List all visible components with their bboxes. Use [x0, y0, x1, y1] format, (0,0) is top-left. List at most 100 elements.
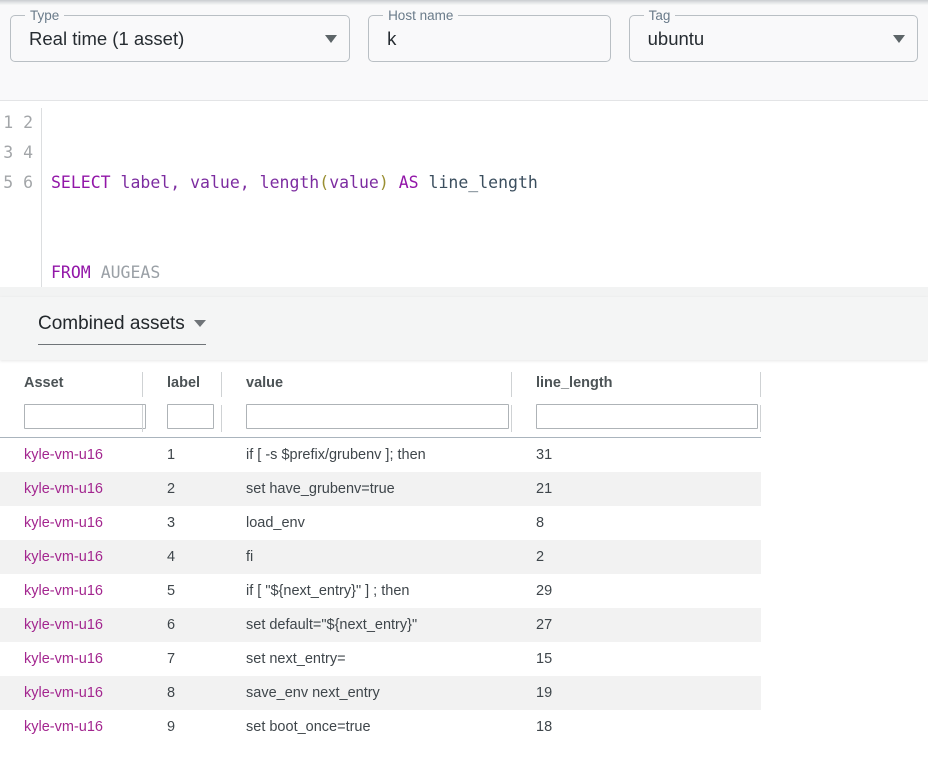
panel-gap: [0, 287, 928, 297]
line-length-text: 27: [536, 617, 553, 633]
label-text: 1: [167, 447, 176, 463]
label-text: 4: [167, 549, 176, 565]
table-row[interactable]: kyle-vm-u16 7 set next_entry= 15: [0, 642, 761, 676]
editor-line-numbers: 1 2 3 4 5 6: [0, 108, 42, 287]
editor-code[interactable]: SELECT label, value, length(value) AS li…: [42, 108, 928, 287]
table-filter-row: [0, 401, 761, 436]
column-header-label-col[interactable]: label: [143, 368, 222, 401]
filter-input-value[interactable]: [246, 404, 509, 429]
column-header-asset[interactable]: Asset: [0, 368, 143, 401]
chevron-down-icon[interactable]: [193, 320, 206, 327]
column-header-label: label: [167, 375, 201, 391]
asset-link[interactable]: kyle-vm-u16: [10, 617, 103, 633]
table-row[interactable]: kyle-vm-u16 3 load_env 8: [0, 506, 761, 540]
sql-punct: ): [378, 173, 389, 192]
asset-link[interactable]: kyle-vm-u16: [10, 651, 103, 667]
filter-cell-asset: [0, 401, 146, 436]
code-line-2: FROM AUGEAS: [51, 258, 928, 287]
results-tab-bar: Combined assets: [0, 297, 928, 360]
filter-input-line-length[interactable]: [536, 404, 758, 429]
value-cell: set have_grubenv=true: [222, 472, 512, 506]
results-table-container: Asset label value line_length kyle-vm-u1…: [0, 360, 928, 744]
asset-link[interactable]: kyle-vm-u16: [10, 549, 103, 565]
sql-editor[interactable]: 1 2 3 4 5 6 SELECT label, value, length(…: [0, 100, 928, 287]
table-row[interactable]: kyle-vm-u16 4 fi 2: [0, 540, 761, 574]
label-text: 8: [167, 685, 176, 701]
tag-select[interactable]: Tag ubuntu: [628, 7, 918, 62]
label-cell: 4: [143, 540, 222, 574]
column-divider[interactable]: [760, 372, 761, 397]
tab-combined-assets[interactable]: Combined assets: [38, 312, 206, 345]
line-length-text: 8: [536, 515, 545, 531]
line-length-text: 29: [536, 583, 553, 599]
label-text: 2: [167, 481, 176, 497]
line-length-cell: 29: [512, 574, 761, 608]
sql-field: value: [329, 173, 379, 192]
line-length-cell: 8: [512, 506, 761, 540]
table-body: kyle-vm-u16 1 if [ -s $prefix/grubenv ]; t…: [0, 437, 761, 744]
sql-keyword: AS: [398, 173, 419, 192]
column-header-label: Asset: [24, 375, 64, 391]
value-text: save_env next_entry: [246, 685, 380, 701]
value-text: set boot_once=true: [246, 719, 371, 735]
sql-keyword: SELECT: [51, 173, 111, 192]
asset-link[interactable]: kyle-vm-u16: [10, 447, 103, 463]
label-cell: 9: [143, 710, 222, 744]
filter-input-label[interactable]: [167, 404, 214, 429]
line-length-text: 19: [536, 685, 553, 701]
line-number: 2: [23, 113, 33, 132]
asset-link[interactable]: kyle-vm-u16: [10, 515, 103, 531]
value-text: set default="${next_entry}": [246, 617, 418, 633]
table-head: Asset label value line_length: [0, 368, 761, 438]
asset-link[interactable]: kyle-vm-u16: [10, 719, 103, 735]
label-cell: 2: [143, 472, 222, 506]
host-name-input[interactable]: Host name k: [368, 7, 611, 62]
filter-cell-line-length: [512, 401, 761, 436]
table-row[interactable]: kyle-vm-u16 1 if [ -s $prefix/grubenv ]; t…: [0, 437, 761, 473]
table-row[interactable]: kyle-vm-u16 2 set have_grubenv=true 21: [0, 472, 761, 506]
value-cell: if [ "${next_entry}" ] ; then: [222, 574, 512, 608]
asset-cell: kyle-vm-u16: [0, 676, 143, 710]
line-length-text: 31: [536, 447, 553, 463]
sql-keyword: FROM: [51, 263, 91, 282]
value-text: set have_grubenv=true: [246, 481, 395, 497]
code-line-1: SELECT label, value, length(value) AS li…: [51, 168, 928, 198]
asset-cell: kyle-vm-u16: [0, 642, 143, 676]
column-divider[interactable]: [760, 405, 761, 432]
value-cell: set next_entry=: [222, 642, 512, 676]
filter-cell-label: [143, 401, 222, 436]
line-number: 1: [3, 113, 14, 132]
column-header-line-length[interactable]: line_length: [512, 368, 761, 401]
label-cell: 5: [143, 574, 222, 608]
table-row[interactable]: kyle-vm-u16 8 save_env next_entry 19: [0, 676, 761, 710]
label-text: 9: [167, 719, 176, 735]
line-number: 3: [3, 143, 14, 162]
table-row[interactable]: kyle-vm-u16 5 if [ "${next_entry}" ] ; the…: [0, 574, 761, 608]
asset-cell: kyle-vm-u16: [0, 438, 143, 473]
sql-field: value: [190, 173, 240, 192]
asset-cell: kyle-vm-u16: [0, 574, 143, 608]
type-label: Type: [25, 7, 65, 24]
label-cell: 7: [143, 642, 222, 676]
asset-cell: kyle-vm-u16: [0, 608, 143, 642]
table-row[interactable]: kyle-vm-u16 9 set boot_once=true 18: [0, 710, 761, 744]
chevron-down-icon: [893, 34, 905, 43]
value-cell: fi: [222, 540, 512, 574]
asset-cell: kyle-vm-u16: [0, 540, 143, 574]
line-length-cell: 21: [512, 472, 761, 506]
value-cell: if [ -s $prefix/grubenv ]; then: [222, 438, 512, 473]
sql-punct: ,: [170, 173, 181, 192]
asset-link[interactable]: kyle-vm-u16: [10, 583, 103, 599]
column-header-value[interactable]: value: [222, 368, 512, 401]
asset-cell: kyle-vm-u16: [0, 710, 143, 744]
value-text: load_env: [246, 515, 305, 531]
sql-punct: (: [319, 173, 330, 192]
asset-link[interactable]: kyle-vm-u16: [10, 685, 103, 701]
value-text: if [ -s $prefix/grubenv ]; then: [246, 447, 426, 463]
table-row[interactable]: kyle-vm-u16 6 set default="${next_entry}" 2…: [0, 608, 761, 642]
type-select[interactable]: Type Real time (1 asset): [10, 7, 351, 62]
label-text: 7: [167, 651, 176, 667]
line-length-cell: 18: [512, 710, 761, 744]
filter-input-asset[interactable]: [24, 404, 146, 429]
asset-link[interactable]: kyle-vm-u16: [10, 481, 103, 497]
